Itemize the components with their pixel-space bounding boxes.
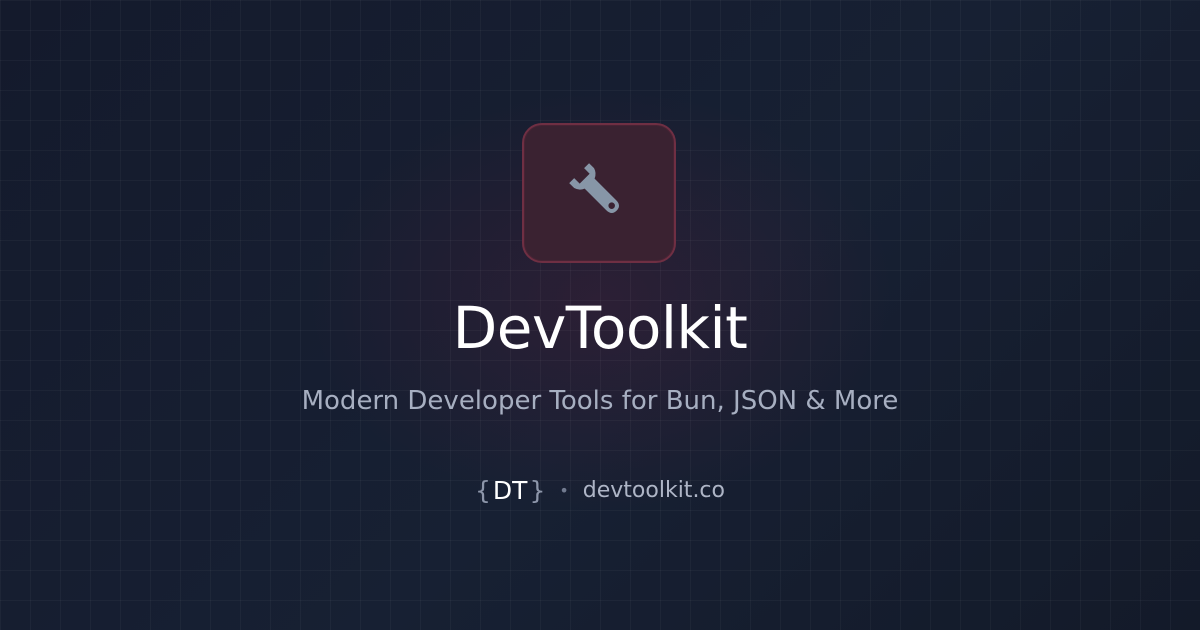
page-subtitle: Modern Developer Tools for Bun, JSON & M… (301, 386, 899, 416)
brand-brace-close: } (529, 475, 546, 505)
wrench-icon (569, 163, 619, 213)
footer-separator: • (559, 481, 569, 500)
brand-initials: DT (492, 475, 528, 505)
footer-brand-row: { DT } • devtoolkit.co (0, 472, 1200, 509)
site-url: devtoolkit.co (582, 477, 725, 503)
brand-brace-open: { (475, 475, 491, 505)
app-icon-tile (522, 123, 676, 263)
page-title: DevToolkit (452, 294, 748, 362)
brand-mark: { DT } (475, 473, 545, 509)
social-card: DevToolkit Modern Developer Tools for Bu… (0, 0, 1200, 630)
